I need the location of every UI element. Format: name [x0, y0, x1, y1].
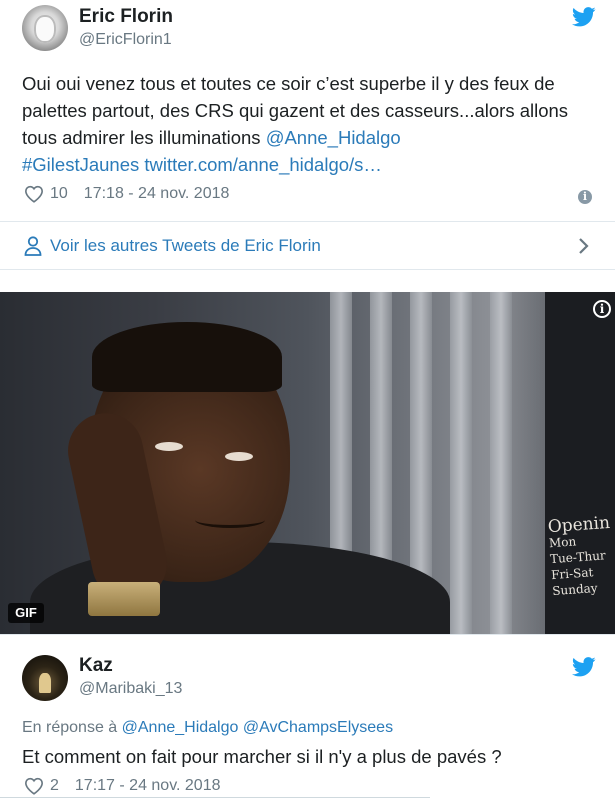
tweet-meta: 10 17:18 - 24 nov. 2018 — [24, 185, 229, 203]
person-icon — [24, 236, 42, 256]
timestamp[interactable]: 17:18 - 24 nov. 2018 — [84, 185, 230, 203]
twitter-bird-icon[interactable] — [572, 7, 596, 27]
info-icon[interactable]: i — [578, 190, 592, 204]
reply-prefix: En réponse à — [22, 719, 122, 736]
tweet-card-kaz: Kaz @Maribaki_13 En réponse à @Anne_Hida… — [0, 634, 615, 799]
heart-icon[interactable] — [24, 185, 44, 203]
author-handle[interactable]: @Maribaki_13 — [79, 680, 182, 698]
like-count[interactable]: 10 — [50, 185, 68, 203]
avatar[interactable] — [22, 655, 68, 701]
more-tweets-row[interactable]: Voir les autres Tweets de Eric Florin — [0, 222, 615, 270]
info-icon[interactable]: i — [593, 300, 611, 318]
reply-context: En réponse à @Anne_Hidalgo @AvChampsElys… — [22, 719, 393, 737]
heart-icon[interactable] — [24, 777, 44, 795]
mention-link[interactable]: @Anne_Hidalgo — [266, 127, 401, 148]
tweet-text: Oui oui venez tous et toutes ce soir c’e… — [22, 70, 602, 178]
avatar[interactable] — [22, 5, 68, 51]
chevron-right-icon[interactable] — [578, 237, 590, 255]
more-tweets-label[interactable]: Voir les autres Tweets de Eric Florin — [50, 236, 321, 256]
tweet-card-eric-florin: Eric Florin @EricFlorin1 Oui oui venez t… — [0, 0, 615, 222]
like-count[interactable]: 2 — [50, 777, 59, 795]
author-handle[interactable]: @EricFlorin1 — [79, 31, 172, 49]
reply-mentions[interactable]: @Anne_Hidalgo @AvChampsElysees — [122, 719, 393, 736]
timestamp[interactable]: 17:17 - 24 nov. 2018 — [75, 777, 221, 795]
hashtag-link[interactable]: #GilestJaunes — [22, 154, 139, 175]
author-name[interactable]: Kaz — [79, 655, 113, 677]
gif-media[interactable]: Openin Mon Tue-Thur Fri-Sat Sunday GIF i — [0, 292, 615, 634]
author-name[interactable]: Eric Florin — [79, 6, 173, 28]
twitter-bird-icon[interactable] — [572, 657, 596, 677]
gif-badge: GIF — [8, 603, 44, 623]
gif-sign: Openin Mon Tue-Thur Fri-Sat Sunday — [547, 512, 611, 599]
tweet-meta: 2 17:17 - 24 nov. 2018 — [24, 777, 221, 795]
url-link[interactable]: twitter.com/anne_hidalgo/s… — [144, 154, 382, 175]
tweet-text: Et comment on fait pour marcher si il n'… — [22, 746, 502, 767]
